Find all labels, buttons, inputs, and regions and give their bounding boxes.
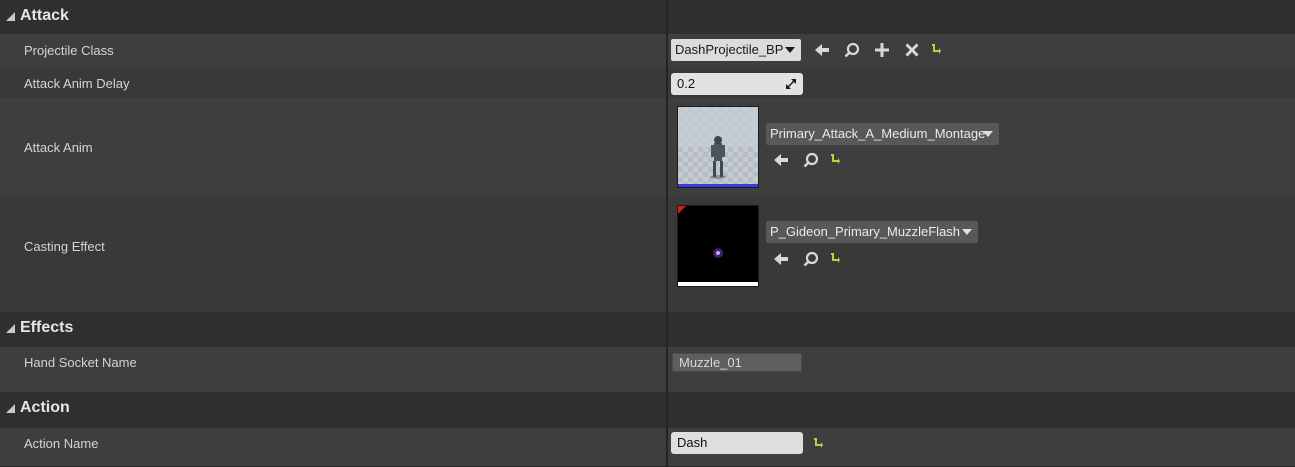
field-value: Dash bbox=[677, 435, 708, 450]
property-label: Action Name bbox=[24, 436, 99, 451]
column-splitter[interactable] bbox=[666, 0, 668, 466]
hand-socket-name-field[interactable]: Muzzle_01 bbox=[672, 353, 802, 372]
projectile-class-combo[interactable]: DashProjectile_BP bbox=[671, 39, 801, 61]
collapse-arrow-icon[interactable] bbox=[6, 324, 15, 333]
property-label: Projectile Class bbox=[24, 43, 114, 58]
browse-arrow-icon[interactable] bbox=[813, 41, 831, 59]
muzzle-flash-preview-icon bbox=[678, 206, 758, 286]
drag-resize-icon[interactable] bbox=[785, 78, 797, 90]
row-hand-socket-name: Hand Socket Name Muzzle_01 bbox=[0, 347, 1295, 393]
row-attack-anim-delay: Attack Anim Delay 0.2 bbox=[0, 67, 1295, 99]
combo-value: DashProjectile_BP bbox=[675, 42, 784, 57]
row-action-name: Action Name Dash bbox=[0, 428, 1295, 467]
dropdown-arrow-icon bbox=[983, 131, 993, 137]
section-header-effects[interactable]: Effects bbox=[0, 312, 1295, 348]
section-title: Effects bbox=[20, 319, 74, 336]
reset-default-icon[interactable] bbox=[829, 153, 841, 165]
field-value: Muzzle_01 bbox=[679, 355, 742, 370]
dropdown-arrow-icon bbox=[785, 47, 795, 53]
section-title: Attack bbox=[20, 7, 69, 24]
combo-value: Primary_Attack_A_Medium_Montage bbox=[770, 126, 986, 141]
property-label: Casting Effect bbox=[24, 239, 105, 254]
search-icon[interactable] bbox=[802, 250, 820, 268]
action-name-field[interactable]: Dash bbox=[671, 432, 803, 454]
combo-value: P_Gideon_Primary_MuzzleFlash bbox=[770, 224, 961, 239]
effect-thumbnail[interactable] bbox=[677, 205, 759, 287]
attack-anim-delay-spinbox[interactable]: 0.2 bbox=[671, 73, 803, 95]
section-title: Action bbox=[20, 399, 70, 416]
collapse-arrow-icon[interactable] bbox=[6, 12, 15, 21]
section-header-action[interactable]: Action bbox=[0, 392, 1295, 429]
clear-icon[interactable] bbox=[903, 41, 921, 59]
character-preview-icon bbox=[678, 107, 758, 187]
collapse-arrow-icon[interactable] bbox=[6, 404, 15, 413]
attack-anim-combo[interactable]: Primary_Attack_A_Medium_Montage bbox=[766, 123, 999, 145]
reset-default-icon[interactable] bbox=[829, 252, 841, 264]
row-projectile-class: Projectile Class DashProjectile_BP bbox=[0, 34, 1295, 68]
browse-arrow-icon[interactable] bbox=[772, 250, 790, 268]
property-label: Attack Anim bbox=[24, 140, 93, 155]
property-label: Hand Socket Name bbox=[24, 355, 137, 370]
browse-arrow-icon[interactable] bbox=[772, 151, 790, 169]
search-icon[interactable] bbox=[802, 151, 820, 169]
reset-default-icon[interactable] bbox=[812, 437, 824, 449]
row-casting-effect: Casting Effect P_Gideon_Primary_MuzzleFl… bbox=[0, 197, 1295, 313]
dropdown-arrow-icon bbox=[962, 229, 972, 235]
section-header-attack[interactable]: Attack bbox=[0, 0, 1295, 35]
casting-effect-combo[interactable]: P_Gideon_Primary_MuzzleFlash bbox=[766, 221, 978, 243]
details-panel: Attack Projectile Class DashProjectile_B… bbox=[0, 0, 1295, 467]
search-icon[interactable] bbox=[843, 41, 861, 59]
anim-thumbnail[interactable] bbox=[677, 106, 759, 188]
spinbox-value: 0.2 bbox=[677, 76, 696, 91]
add-icon[interactable] bbox=[873, 41, 891, 59]
row-attack-anim: Attack Anim Primary_Attack_A_Medium_Mont… bbox=[0, 98, 1295, 198]
property-label: Attack Anim Delay bbox=[24, 76, 130, 91]
reset-default-icon[interactable] bbox=[930, 43, 942, 55]
